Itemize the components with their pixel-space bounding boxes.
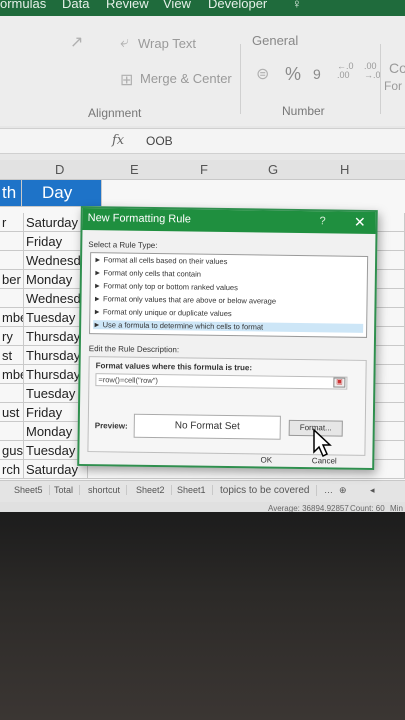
cell-day[interactable]: Wednesd bbox=[24, 289, 88, 308]
tab-total[interactable]: Total bbox=[48, 485, 81, 495]
ok-button[interactable]: OK bbox=[239, 454, 293, 469]
sheet-tabs: Sheet5 Total shortcut Sheet2 Sheet1 topi… bbox=[0, 480, 405, 502]
increase-decimal-button[interactable]: ←.0 .00 bbox=[337, 62, 365, 80]
mouse-cursor-icon bbox=[313, 428, 332, 458]
fx-icon[interactable]: fx bbox=[112, 133, 124, 148]
preview-box: No Format Set bbox=[133, 413, 281, 440]
cell-month[interactable]: ber bbox=[0, 270, 24, 289]
rule-type-item[interactable]: ► Format only top or bottom ranked value… bbox=[94, 281, 238, 292]
tab-shortcut[interactable]: shortcut bbox=[82, 485, 128, 495]
tab-sheet2[interactable]: Sheet2 bbox=[130, 485, 172, 495]
formula-bar: fx OOB bbox=[0, 128, 405, 154]
preview-label: Preview: bbox=[94, 421, 128, 431]
cell-month[interactable] bbox=[0, 384, 24, 403]
menu-bar: ormulas Data Review View Developer ♀ bbox=[0, 0, 405, 16]
cell-day[interactable]: Friday bbox=[24, 232, 88, 251]
merge-icon[interactable]: ⊞ bbox=[120, 70, 133, 90]
number-group-label: Number bbox=[282, 104, 325, 118]
column-header-d[interactable]: D bbox=[55, 162, 64, 177]
rule-type-item[interactable]: ► Format only cells that contain bbox=[94, 268, 201, 278]
number-format-dropdown[interactable]: General bbox=[252, 33, 298, 48]
add-sheet-icon[interactable]: ⊕ bbox=[333, 485, 353, 496]
cell-month[interactable]: ry bbox=[0, 327, 24, 346]
alignment-group-label: Alignment bbox=[88, 106, 142, 120]
conditional-formatting-button[interactable]: Co bbox=[389, 60, 405, 76]
dialog-title: New Formatting Rule bbox=[87, 212, 192, 226]
tab-topics[interactable]: topics to be covered bbox=[214, 485, 317, 496]
decrease-decimal-button[interactable]: .00 →.0 bbox=[364, 62, 386, 80]
edit-rule-description-label: Edit the Rule Description: bbox=[88, 344, 180, 355]
ribbon: ↗ ⤶ Wrap Text ⊞ Merge & Center General ⊜… bbox=[0, 16, 405, 126]
cell-month[interactable]: ust bbox=[0, 403, 24, 422]
monitor-bezel bbox=[0, 512, 405, 720]
wrap-text-icon[interactable]: ⤶ bbox=[120, 34, 129, 52]
column-header-e[interactable]: E bbox=[130, 162, 139, 177]
close-icon[interactable]: ✕ bbox=[354, 214, 366, 231]
dialog-title-bar[interactable]: New Formatting Rule ? ✕ bbox=[82, 207, 376, 235]
cell-month[interactable]: st bbox=[0, 346, 24, 365]
scroll-left-icon[interactable]: ◂ bbox=[364, 485, 381, 496]
merge-center-button[interactable]: Merge & Center bbox=[140, 71, 232, 86]
lightbulb-icon[interactable]: ♀ bbox=[292, 0, 302, 11]
rule-type-item[interactable]: ► Format all cells based on their values bbox=[94, 255, 227, 266]
column-headers: D E F G H bbox=[0, 160, 405, 180]
help-icon[interactable]: ? bbox=[319, 215, 325, 227]
percent-button[interactable]: % bbox=[285, 64, 301, 85]
collapse-dialog-icon[interactable]: ▣ bbox=[333, 377, 346, 388]
menu-view[interactable]: View bbox=[163, 0, 191, 11]
cell-month[interactable] bbox=[0, 422, 24, 441]
column-header-h[interactable]: H bbox=[340, 162, 349, 177]
cell-month[interactable]: r bbox=[0, 213, 24, 232]
cell-day[interactable]: Monday bbox=[24, 270, 88, 289]
cell-month[interactable]: gust bbox=[0, 441, 24, 460]
menu-review[interactable]: Review bbox=[106, 0, 149, 11]
formula-input[interactable]: OOB bbox=[146, 134, 173, 148]
formula-field[interactable]: =row()=cell("row") bbox=[95, 373, 348, 390]
cell-day-header[interactable]: Day bbox=[22, 180, 102, 207]
cell-month[interactable] bbox=[0, 232, 24, 251]
cell-day[interactable]: Wednesd bbox=[24, 251, 88, 270]
ribbon-separator bbox=[240, 44, 241, 114]
rule-type-item[interactable]: ► Format only values that are above or b… bbox=[93, 294, 276, 306]
wrap-text-button[interactable]: Wrap Text bbox=[138, 36, 196, 51]
cell-month[interactable]: mber bbox=[0, 365, 24, 384]
formula-label: Format values where this formula is true… bbox=[95, 361, 253, 373]
select-rule-type-label: Select a Rule Type: bbox=[88, 240, 158, 251]
cell-month[interactable]: mber bbox=[0, 308, 24, 327]
cell-month[interactable] bbox=[0, 289, 24, 308]
rule-type-list[interactable]: ► Format all cells based on their values… bbox=[89, 252, 369, 338]
rule-type-item[interactable]: ► Format only unique or duplicate values bbox=[93, 307, 231, 318]
menu-formulas[interactable]: ormulas bbox=[0, 0, 46, 11]
ribbon-separator bbox=[380, 44, 381, 114]
currency-icon[interactable]: ⊜ bbox=[256, 64, 269, 84]
comma-button[interactable]: 9 bbox=[313, 66, 321, 82]
cell-month-header[interactable]: th bbox=[0, 180, 22, 207]
menu-developer[interactable]: Developer bbox=[208, 0, 267, 11]
column-header-g[interactable]: G bbox=[268, 162, 278, 177]
screen: ormulas Data Review View Developer ♀ ↗ ⤶… bbox=[0, 0, 405, 520]
cell-month[interactable]: rch bbox=[0, 460, 24, 479]
orientation-icon[interactable]: ↗ bbox=[70, 32, 83, 52]
cell-month[interactable] bbox=[0, 251, 24, 270]
menu-data[interactable]: Data bbox=[62, 0, 89, 11]
column-header-f[interactable]: F bbox=[200, 162, 208, 177]
cell-day[interactable]: Saturday bbox=[24, 213, 88, 232]
tab-sheet5[interactable]: Sheet5 bbox=[8, 485, 50, 495]
rule-type-item-selected[interactable]: ► Use a formula to determine which cells… bbox=[93, 320, 364, 333]
format-as-table-label[interactable]: For bbox=[384, 79, 402, 93]
tab-sheet1[interactable]: Sheet1 bbox=[171, 485, 213, 495]
